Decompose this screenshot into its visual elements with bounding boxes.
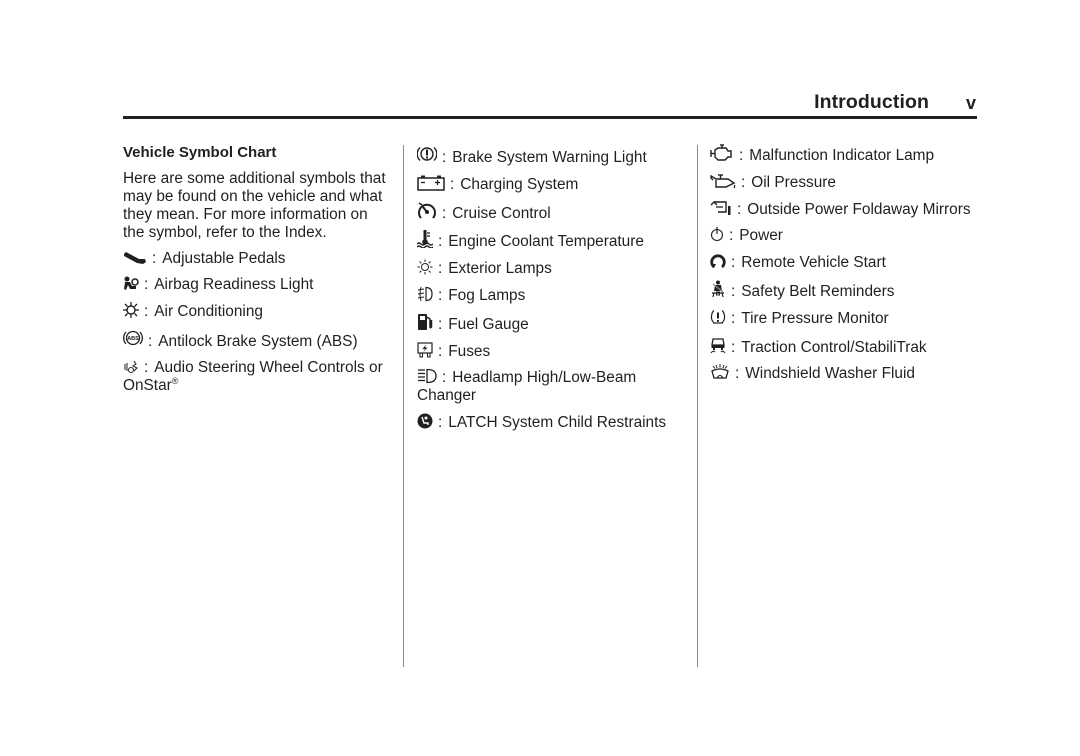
symbol-label: Safety Belt Reminders (741, 282, 895, 300)
symbol-label: Fuses (448, 342, 491, 360)
symbol-label: Audio Steering Wheel Controls or OnStar (123, 359, 383, 395)
section-title: Vehicle Symbol Chart (123, 144, 277, 161)
symbol-label: Windshield Washer Fluid (745, 365, 915, 383)
symbol-label: Exterior Lamps (448, 260, 552, 278)
symbol-label: Cruise Control (452, 204, 551, 222)
symbol-item-fuses: : Fuses (417, 341, 689, 361)
symbol-label: Brake System Warning Light (452, 149, 647, 166)
symbol-item-headlamp: : Headlamp High/Low-Beam Changer (417, 368, 637, 405)
intro-paragraph: Here are some additional symbols that ma… (123, 170, 386, 241)
svg-text:ABS: ABS (127, 336, 139, 342)
symbol-item-washer-fluid: : Windshield Washer Fluid (710, 364, 978, 383)
air-conditioning-icon (123, 301, 139, 318)
symbol-item-exterior-lamps: : Exterior Lamps (417, 259, 689, 278)
brake-warning-icon (417, 144, 437, 164)
column-1: Vehicle Symbol Chart Here are some addit… (123, 144, 391, 403)
symbol-item-foldaway-mirrors: : Outside Power Foldaway Mirrors (710, 200, 978, 219)
traction-control-icon (710, 336, 726, 354)
symbol-item-brake-warning: : Brake System Warning Light (417, 144, 689, 167)
check-engine-icon (710, 144, 734, 162)
symbol-item-audio-steering: : Audio Steering Wheel Controls or OnStar… (123, 359, 383, 395)
mirror-fold-icon (710, 200, 732, 216)
cruise-control-icon (417, 201, 437, 220)
exterior-lamps-icon (417, 259, 433, 275)
fuel-pump-icon (417, 313, 433, 331)
coolant-temperature-icon (417, 230, 433, 249)
power-icon (710, 226, 724, 242)
tire-pressure-icon (710, 309, 726, 325)
symbol-label: Engine Coolant Temperature (448, 233, 644, 251)
latch-child-seat-icon (417, 413, 433, 429)
header-rule (123, 116, 977, 119)
symbol-item-airbag: : Airbag Readiness Light (123, 276, 391, 294)
symbol-label: Tire Pressure Monitor (741, 309, 889, 327)
symbol-item-safety-belt: : Safety Belt Reminders (710, 280, 978, 301)
column-3: : Malfunction Indicator Lamp : Oil Pressur… (710, 144, 978, 391)
symbol-label: Fuel Gauge (448, 315, 529, 333)
adjustable-pedals-icon (123, 251, 147, 265)
symbol-item-latch: : LATCH System Child Restraints (417, 413, 689, 432)
symbol-label: Adjustable Pedals (162, 250, 286, 267)
symbol-label: Remote Vehicle Start (741, 254, 886, 272)
symbol-label: Oil Pressure (751, 173, 836, 191)
symbol-item-malfunction-lamp: : Malfunction Indicator Lamp (710, 144, 978, 165)
oil-can-icon (710, 173, 736, 189)
symbol-label: Headlamp High/Low-Beam Changer (417, 369, 637, 405)
column-divider (697, 145, 698, 667)
symbol-item-charging-system: : Charging System (417, 175, 689, 194)
airbag-icon (123, 276, 139, 291)
abs-icon: ABS (123, 328, 143, 348)
symbol-label: Charging System (460, 175, 579, 193)
symbol-label: Traction Control/StabiliTrak (741, 338, 927, 356)
symbol-label: Antilock Brake System (ABS) (158, 333, 358, 351)
remote-start-icon (710, 253, 726, 269)
symbol-label: Airbag Readiness Light (154, 275, 314, 293)
symbol-item-abs: ABS : Antilock Brake System (ABS) (123, 328, 391, 351)
audio-steering-wheel-icon (123, 360, 139, 374)
fog-lamps-icon (417, 286, 433, 302)
registered-mark: ® (171, 376, 179, 387)
washer-fluid-icon (710, 364, 730, 380)
symbol-item-fog-lamps: : Fog Lamps (417, 286, 689, 305)
symbol-item-coolant: : Engine Coolant Temperature (417, 230, 689, 251)
symbol-item-tire-pressure: : Tire Pressure Monitor (710, 309, 978, 328)
symbol-item-power: : Power (710, 226, 978, 245)
column-2: : Brake System Warning Light : Charging Sy… (417, 144, 689, 440)
column-divider (403, 145, 404, 667)
page-header: Introduction v (123, 88, 977, 116)
symbol-item-cruise-control: : Cruise Control (417, 201, 689, 223)
symbol-item-oil-pressure: : Oil Pressure (710, 173, 978, 192)
symbol-item-air-conditioning: : Air Conditioning (123, 301, 391, 321)
symbol-label: Fog Lamps (448, 286, 526, 304)
battery-icon (417, 175, 445, 191)
safety-belt-icon (710, 280, 726, 298)
symbol-label: LATCH System Child Restraints (448, 414, 667, 432)
symbol-item-fuel-gauge: : Fuel Gauge (417, 313, 689, 334)
page-number: v (965, 93, 976, 113)
fuse-icon (417, 341, 433, 358)
symbol-item-remote-start: : Remote Vehicle Start (710, 253, 978, 272)
headlamp-icon (417, 368, 437, 384)
symbol-label: Outside Power Foldaway Mirrors (747, 200, 971, 218)
symbol-label: Malfunction Indicator Lamp (749, 147, 935, 164)
symbol-label: Air Conditioning (154, 302, 263, 320)
chapter-title: Introduction (814, 91, 929, 113)
symbol-item-traction-control: : Traction Control/StabiliTrak (710, 336, 978, 357)
symbol-label: Power (739, 227, 783, 245)
symbol-item-adjustable-pedals: : Adjustable Pedals (123, 250, 391, 268)
